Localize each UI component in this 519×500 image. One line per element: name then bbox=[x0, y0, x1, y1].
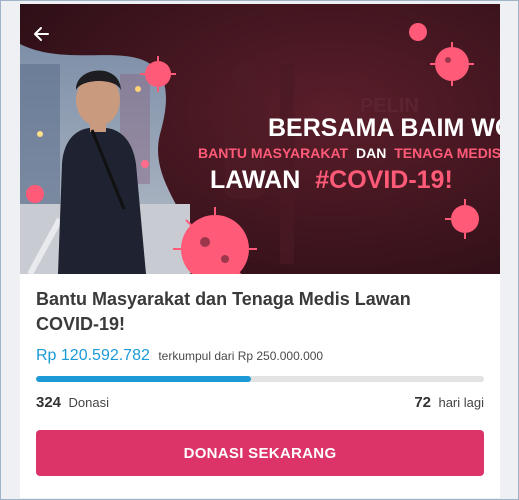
days-left-label: hari lagi bbox=[438, 395, 484, 410]
donations-label: Donasi bbox=[68, 395, 109, 410]
raised-target: terkumpul dari Rp 250.000.000 bbox=[158, 349, 324, 363]
banner-line1: BERSAMA BAIM WONG, bbox=[268, 114, 500, 142]
donate-now-button[interactable]: DONASI SEKARANG bbox=[36, 430, 484, 476]
arrow-left-icon bbox=[34, 27, 49, 41]
donations-stat: 324 Donasi bbox=[36, 394, 109, 412]
banner-image: PELIN BERSAMA BAIM W BANTU MASYARAKAT DA… bbox=[20, 4, 500, 274]
banner-line2: BANTU MASYARAKAT DAN TENAGA MEDIS bbox=[198, 145, 500, 161]
progress-fill bbox=[36, 376, 252, 382]
raised-row: Rp 120.592.782 terkumpul dari Rp 250.000… bbox=[36, 347, 323, 365]
back-button[interactable] bbox=[30, 22, 54, 46]
campaign-banner: PELIN BERSAMA BAIM W BANTU MASYARAKAT DA… bbox=[20, 4, 500, 274]
campaign-card: PELIN BERSAMA BAIM W BANTU MASYARAKAT DA… bbox=[20, 4, 500, 498]
page-frame: PELIN BERSAMA BAIM W BANTU MASYARAKAT DA… bbox=[0, 0, 519, 500]
banner-line3: LAWAN #COVID-19! bbox=[210, 166, 453, 194]
progress-bar bbox=[36, 376, 484, 382]
raised-amount: Rp 120.592.782 bbox=[36, 347, 150, 364]
days-left-stat: 72 hari lagi bbox=[414, 394, 484, 412]
days-left-count: 72 bbox=[414, 394, 432, 411]
donations-count: 324 bbox=[36, 394, 62, 411]
campaign-title: Bantu Masyarakat dan Tenaga Medis Lawan … bbox=[36, 289, 411, 334]
